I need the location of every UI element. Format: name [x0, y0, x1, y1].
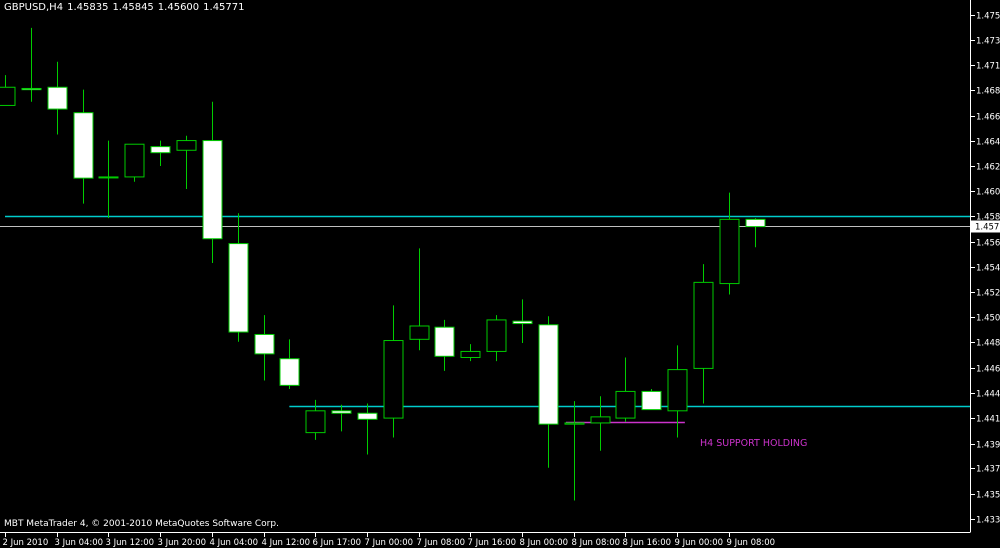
candle: [641, 389, 662, 411]
candle-body-bullish: [409, 325, 430, 340]
candle-body-bullish: [176, 140, 197, 151]
candle-body-bullish: [693, 281, 714, 369]
candle-body-bearish: [538, 324, 559, 425]
time-tick-label: 3 Jun 20:00: [158, 538, 207, 548]
candle-body-bullish: [383, 340, 404, 419]
copyright-notice: MBT MetaTrader 4, © 2001-2010 MetaQuotes…: [4, 519, 279, 529]
candle-body-bearish: [745, 218, 766, 228]
candle-body-bullish: [124, 143, 145, 178]
candle-body-bullish: [486, 319, 507, 352]
time-tick-label: 3 Jun 04:00: [55, 538, 104, 548]
price-tick-label: 1.44190: [976, 415, 1000, 425]
candle-body-bullish: [460, 350, 481, 358]
candle-body-bearish: [512, 320, 533, 325]
price-tick-label: 1.46480: [976, 138, 1000, 148]
time-tick-label: 9 Jun 00:00: [675, 538, 724, 548]
plot-background: [0, 0, 970, 532]
time-tick-label: 8 Jun 00:00: [520, 538, 569, 548]
ohlc-high: 1.45845: [112, 2, 154, 13]
time-tick-label: 3 Jun 12:00: [106, 538, 155, 548]
support-annotation: H4 SUPPORT HOLDING: [700, 438, 807, 449]
candle-body-bullish: [719, 218, 740, 285]
time-tick-label: 8 Jun 16:00: [623, 538, 672, 548]
ohlc-low: 1.45600: [157, 2, 200, 13]
candle-body-bearish: [150, 146, 171, 154]
price-tick-label: 1.46895: [976, 87, 1000, 97]
price-tick-label: 1.46685: [976, 113, 1000, 123]
price-tick-label: 1.44400: [976, 390, 1000, 400]
price-tick-label: 1.45230: [976, 289, 1000, 299]
price-tick-label: 1.46065: [976, 188, 1000, 198]
price-tick-label: 1.44815: [976, 339, 1000, 349]
candle-body-bearish: [279, 358, 300, 386]
price-tick-label: 1.45645: [976, 239, 1000, 249]
price-tick-label: 1.47520: [976, 12, 1000, 22]
candle-body-bearish: [641, 390, 662, 411]
candle-body-bullish: [615, 390, 636, 419]
price-tick-label: 1.47310: [976, 37, 1000, 47]
symbol-timeframe: GBPUSD,H4: [4, 2, 64, 13]
time-tick-label: 6 Jun 17:00: [313, 538, 362, 548]
price-tick-label: 1.43565: [976, 491, 1000, 501]
candle-body-bearish: [47, 86, 68, 110]
time-tick-label: 7 Jun 08:00: [417, 538, 466, 548]
candle-body-bearish: [331, 410, 352, 414]
price-tick-label: 1.43980: [976, 441, 1000, 451]
symbol-info: GBPUSD,H4 1.45835 1.45845 1.45600 1.45771: [4, 2, 249, 13]
time-tick-label: 9 Jun 08:00: [727, 538, 776, 548]
price-tick-label: 1.45025: [976, 314, 1000, 324]
time-axis: 2 Jun 2010 3 Jun 04:00 3 Jun 12:00 3 Jun 20…: [0, 532, 971, 548]
ohlc-close: 1.45771: [203, 2, 245, 13]
time-tick-label: 4 Jun 04:00: [210, 538, 259, 548]
ohlc-open: 1.45835: [67, 2, 109, 13]
time-tick-label: 4 Jun 12:00: [262, 538, 311, 548]
candle-body-bearish: [21, 87, 42, 91]
price-tick-label: 1.46270: [976, 163, 1000, 173]
candle-body-bearish: [73, 112, 94, 179]
time-tick-label: 2 Jun 2010: [3, 538, 49, 548]
time-tick-label: 7 Jun 16:00: [468, 538, 517, 548]
candle-body-bullish: [590, 416, 611, 424]
price-axis: 1.47520 1.47310 1.47105 1.46895 1.46685 1.464…: [970, 0, 1000, 532]
candle-body-bearish: [228, 243, 249, 333]
candle-body-bullish: [0, 86, 16, 106]
candle-body-bullish: [305, 410, 326, 434]
candle-body-bullish: [564, 422, 585, 425]
candle-body-bearish: [202, 140, 223, 240]
price-tick-label: 1.43775: [976, 465, 1000, 475]
time-tick-label: 8 Jun 08:00: [572, 538, 621, 548]
candle-body-bearish: [357, 412, 378, 420]
candle-body-bullish: [98, 176, 119, 179]
candle-body-bearish: [254, 333, 275, 355]
candle-body-bullish: [667, 369, 688, 412]
time-tick-label: 7 Jun 00:00: [365, 538, 414, 548]
candle: [124, 143, 145, 182]
candle-body-bearish: [434, 326, 455, 357]
price-tick-label: 1.43360: [976, 516, 1000, 526]
price-chart[interactable]: H4 SUPPORT HOLDING 1.47520 1.47310 1.47105…: [0, 0, 1000, 548]
price-tick-label: 1.47105: [976, 62, 1000, 72]
price-tick-label: 1.45440: [976, 264, 1000, 274]
bid-price-label: 1.45771: [975, 223, 1000, 233]
price-tick-label: 1.44605: [976, 365, 1000, 375]
